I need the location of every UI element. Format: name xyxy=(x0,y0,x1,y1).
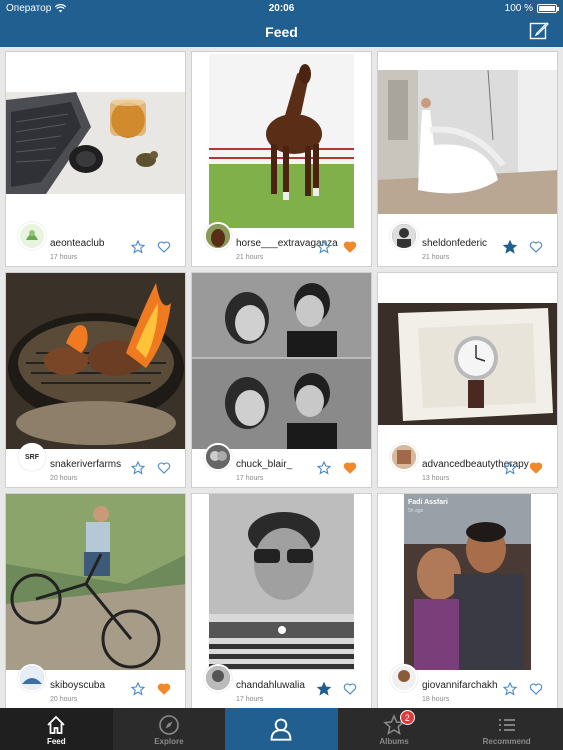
avatar[interactable] xyxy=(18,222,46,250)
post-photo[interactable] xyxy=(378,303,557,425)
clock: 20:06 xyxy=(268,3,295,14)
laptop-tea-image xyxy=(6,92,185,194)
feed-card[interactable]: sheldonfederic 21 hours xyxy=(377,51,558,267)
post-photo[interactable] xyxy=(378,70,557,214)
tab-explore[interactable]: Explore xyxy=(113,708,226,750)
heart-icon[interactable] xyxy=(343,240,357,254)
watch-box-image xyxy=(378,303,557,425)
post-photo[interactable] xyxy=(209,494,354,674)
feed-grid: aeonteaclub 17 hours horse___extravaganz… xyxy=(0,47,563,709)
feed-card[interactable]: chuck_blair_ 17 hours xyxy=(191,272,372,488)
tab-label: Explore xyxy=(154,737,184,746)
tab-label: Feed xyxy=(46,737,66,746)
post-time: 20 hours xyxy=(50,696,78,703)
star-icon[interactable] xyxy=(317,461,331,475)
couple-collage-image xyxy=(192,273,371,451)
feed-card[interactable]: chandahluwalia 17 hours xyxy=(191,493,372,709)
avatar[interactable] xyxy=(204,664,232,692)
grill-fire-image xyxy=(6,273,185,451)
heart-icon[interactable] xyxy=(343,682,357,696)
username[interactable]: giovannifarchakh xyxy=(422,680,498,691)
tab-albums[interactable]: 2 Albums xyxy=(338,708,451,750)
photo-author-label: Fadi Assfari xyxy=(408,499,448,506)
tab-feed[interactable]: Feed xyxy=(0,708,113,750)
tab-label: Recommend xyxy=(482,737,531,746)
username[interactable]: snakeriverfarms xyxy=(50,459,121,470)
star-icon[interactable] xyxy=(131,682,145,696)
post-time: 21 hours xyxy=(236,254,264,261)
star-icon[interactable] xyxy=(503,240,517,254)
heart-icon[interactable] xyxy=(157,240,171,254)
page-title: Feed xyxy=(265,24,298,40)
username[interactable]: chandahluwalia xyxy=(236,680,305,691)
heart-icon[interactable] xyxy=(529,682,543,696)
friends-photo-image: Fadi Assfari 5h ago xyxy=(404,494,531,674)
avatar[interactable] xyxy=(204,222,232,250)
star-icon[interactable] xyxy=(131,240,145,254)
snakeriver-logo: SRF xyxy=(20,445,44,469)
heart-icon[interactable] xyxy=(529,240,543,254)
star-icon[interactable] xyxy=(131,461,145,475)
post-time: 21 hours xyxy=(422,254,450,261)
avatar[interactable] xyxy=(390,222,418,250)
heart-icon[interactable] xyxy=(157,461,171,475)
star-icon[interactable] xyxy=(317,240,331,254)
username[interactable]: chuck_blair_ xyxy=(236,459,292,470)
post-photo[interactable]: Fadi Assfari 5h ago xyxy=(404,494,531,674)
post-photo[interactable] xyxy=(209,54,354,232)
feed-card[interactable]: advancedbeautytherapy 13 hours xyxy=(377,272,558,488)
bicycle-rider-image xyxy=(6,494,185,672)
selfie-image xyxy=(209,494,354,674)
post-photo[interactable] xyxy=(6,494,185,672)
heart-icon[interactable] xyxy=(343,461,357,475)
star-icon[interactable] xyxy=(503,461,517,475)
heart-icon[interactable] xyxy=(157,682,171,696)
feed-card[interactable]: horse___extravaganza 21 hours xyxy=(191,51,372,267)
tab-label: Albums xyxy=(379,737,409,746)
post-photo[interactable] xyxy=(6,273,185,451)
post-time: 17 hours xyxy=(236,696,264,703)
battery-icon xyxy=(537,4,559,13)
feed-card[interactable]: aeonteaclub 17 hours xyxy=(5,51,186,267)
albums-badge: 2 xyxy=(399,710,415,725)
feed-card[interactable]: skiboyscuba 20 hours xyxy=(5,493,186,709)
post-time: 13 hours xyxy=(422,475,450,482)
compass-icon xyxy=(159,715,179,735)
star-icon[interactable] xyxy=(317,682,331,696)
username[interactable]: sheldonfederic xyxy=(422,238,487,249)
feed-card[interactable]: Fadi Assfari 5h ago giovannifarchakh 18 … xyxy=(377,493,558,709)
tab-profile[interactable] xyxy=(225,708,338,750)
post-photo[interactable] xyxy=(192,273,371,451)
battery-label: 100 % xyxy=(504,3,533,14)
tab-recommend[interactable]: Recommend xyxy=(450,708,563,750)
avatar[interactable] xyxy=(18,664,46,692)
horse-image xyxy=(209,54,354,232)
post-time: 18 hours xyxy=(422,696,450,703)
star-icon[interactable] xyxy=(503,682,517,696)
avatar[interactable]: SRF xyxy=(18,443,46,471)
avatar[interactable] xyxy=(204,443,232,471)
tab-bar: Feed Explore 2 Albums Recommend xyxy=(0,708,563,750)
battery-group: 100 % xyxy=(504,3,559,14)
home-icon xyxy=(47,715,65,734)
username[interactable]: skiboyscuba xyxy=(50,680,105,691)
list-icon xyxy=(498,719,515,731)
avatar[interactable] xyxy=(390,664,418,692)
feed-card[interactable]: SRF snakeriverfarms 20 hours xyxy=(5,272,186,488)
heart-icon[interactable] xyxy=(529,461,543,475)
avatar[interactable] xyxy=(390,443,418,471)
profile-icon xyxy=(271,718,292,741)
wedding-dress-image xyxy=(378,70,557,214)
compose-icon[interactable] xyxy=(529,21,549,41)
post-time: 17 hours xyxy=(236,475,264,482)
post-time: 17 hours xyxy=(50,254,78,261)
username[interactable]: aeonteaclub xyxy=(50,238,105,249)
post-photo[interactable] xyxy=(6,92,185,194)
logo-text: SRF xyxy=(25,454,40,461)
photo-author-time: 5h ago xyxy=(408,508,424,514)
status-bar: Оператор 20:06 100 % xyxy=(0,0,563,17)
navigation-bar: Feed xyxy=(0,17,563,47)
post-time: 20 hours xyxy=(50,475,78,482)
